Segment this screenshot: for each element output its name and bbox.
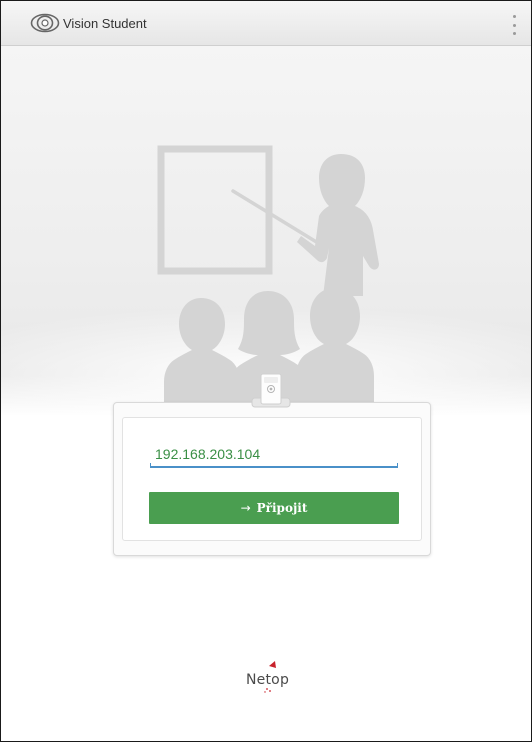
- overflow-menu-button[interactable]: [509, 14, 519, 36]
- app-window: Vision Student 192.168.203.104 → Připoji…: [0, 0, 532, 742]
- connect-card: → Připojit: [113, 373, 431, 556]
- badge-clip-icon: [251, 373, 291, 408]
- pointer-stick: [231, 189, 325, 248]
- connect-button[interactable]: → Připojit: [149, 492, 399, 524]
- netop-logo: Netop: [246, 660, 306, 694]
- main-content: → Připojit Netop: [1, 46, 531, 741]
- teacher-figure-icon: [297, 154, 379, 296]
- title-bar: Vision Student: [1, 1, 531, 46]
- eye-icon: [30, 13, 60, 33]
- netop-logo-text: Netop: [246, 672, 290, 688]
- arrow-right-icon: →: [240, 501, 251, 515]
- vertical-dots-icon: [512, 15, 516, 18]
- app-title: Vision Student: [63, 16, 147, 31]
- input-underline: [150, 463, 398, 468]
- connect-button-label: Připojit: [256, 501, 308, 515]
- server-address-input[interactable]: [151, 443, 399, 465]
- whiteboard-icon: [157, 145, 273, 275]
- connect-form: → Připojit: [122, 417, 422, 541]
- classroom-illustration: [157, 145, 379, 416]
